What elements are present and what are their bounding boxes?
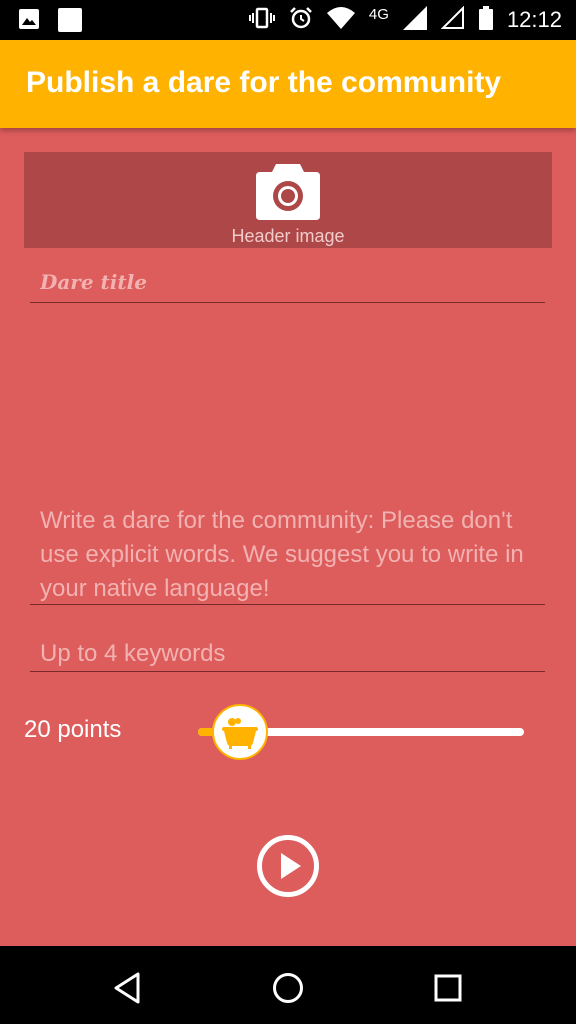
dare-description-input[interactable] — [30, 500, 545, 605]
camera-icon — [256, 160, 320, 224]
recents-button[interactable] — [428, 968, 468, 1008]
app-bar: Publish a dare for the community — [0, 40, 576, 128]
keywords-input[interactable] — [30, 636, 545, 672]
signal-icon — [402, 6, 427, 34]
wifi-icon — [326, 7, 355, 33]
dare-title-input[interactable] — [30, 262, 545, 303]
header-image-picker[interactable]: Header image — [24, 152, 552, 248]
network-type: 4G — [368, 5, 389, 23]
notification-square-icon — [58, 8, 82, 36]
signal-empty-icon — [440, 5, 465, 34]
battery-icon — [478, 6, 493, 34]
slider-thumb[interactable] — [212, 704, 268, 760]
alarm-icon — [289, 6, 313, 34]
clock-time: 12:12 — [506, 7, 562, 32]
back-button[interactable] — [108, 968, 148, 1008]
points-slider[interactable] — [198, 704, 524, 760]
recents-square-icon — [428, 974, 468, 1012]
image-icon — [18, 8, 40, 36]
home-button[interactable] — [268, 968, 308, 1008]
play-circle-icon — [256, 835, 320, 902]
home-circle-icon — [268, 973, 308, 1012]
navigation-bar — [0, 946, 576, 1024]
header-image-label: Header image — [231, 226, 345, 246]
status-bar: 4G 12:12 — [0, 0, 576, 40]
page-title: Publish a dare for the community — [26, 66, 502, 99]
back-triangle-icon — [108, 972, 148, 1012]
vibrate-icon — [248, 7, 275, 33]
points-label: 20 points — [24, 716, 122, 743]
publish-play-button[interactable] — [256, 834, 320, 898]
